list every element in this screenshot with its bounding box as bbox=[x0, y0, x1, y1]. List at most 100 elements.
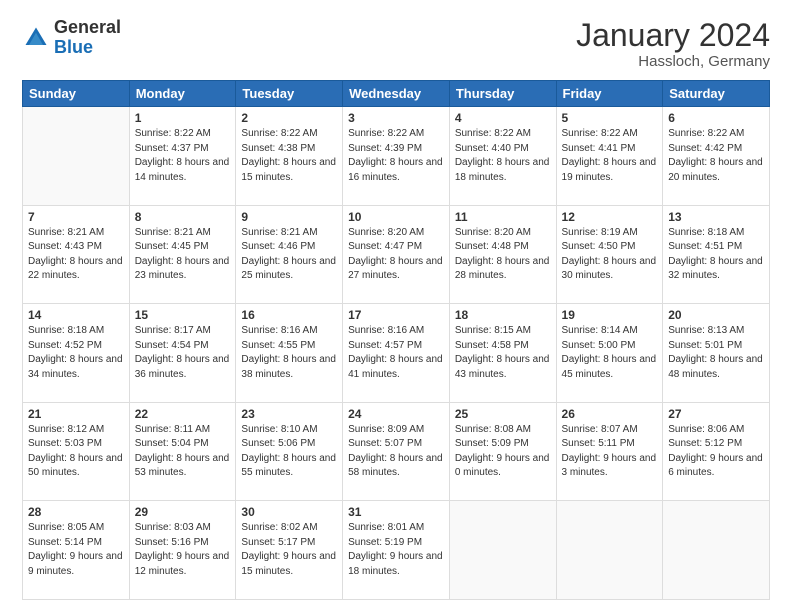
table-row: 22 Sunrise: 8:11 AM Sunset: 5:04 PM Dayli… bbox=[129, 402, 236, 501]
day-info: Sunrise: 8:12 AM Sunset: 5:03 PM Dayligh… bbox=[28, 423, 124, 481]
header: General Blue January 2024 Hassloch, Germ… bbox=[22, 18, 770, 70]
day-number: 26 bbox=[562, 407, 658, 421]
day-number: 28 bbox=[28, 505, 124, 519]
table-row: 23 Sunrise: 8:10 AM Sunset: 5:06 PM Dayli… bbox=[236, 402, 343, 501]
day-info: Sunrise: 8:10 AM Sunset: 5:06 PM Dayligh… bbox=[241, 423, 337, 481]
table-row: 31 Sunrise: 8:01 AM Sunset: 5:19 PM Dayli… bbox=[343, 501, 450, 600]
table-row: 14 Sunrise: 8:18 AM Sunset: 4:52 PM Dayli… bbox=[23, 304, 130, 403]
day-info: Sunrise: 8:07 AM Sunset: 5:11 PM Dayligh… bbox=[562, 423, 658, 481]
table-row: 20 Sunrise: 8:13 AM Sunset: 5:01 PM Dayli… bbox=[663, 304, 770, 403]
table-row: 11 Sunrise: 8:20 AM Sunset: 4:48 PM Dayli… bbox=[449, 205, 556, 304]
table-row: 12 Sunrise: 8:19 AM Sunset: 4:50 PM Dayli… bbox=[556, 205, 663, 304]
day-info: Sunrise: 8:22 AM Sunset: 4:38 PM Dayligh… bbox=[241, 127, 337, 185]
logo-blue: Blue bbox=[54, 37, 93, 57]
day-info: Sunrise: 8:11 AM Sunset: 5:04 PM Dayligh… bbox=[135, 423, 231, 481]
table-row: 24Sunrise: 8:09 AM Sunset: 5:07 PM Dayli… bbox=[343, 402, 450, 501]
table-row: 18 Sunrise: 8:15 AM Sunset: 4:58 PM Dayli… bbox=[449, 304, 556, 403]
calendar-week-row: 21 Sunrise: 8:12 AM Sunset: 5:03 PM Dayli… bbox=[23, 402, 770, 501]
day-number: 9 bbox=[241, 210, 337, 224]
col-monday: Monday bbox=[129, 81, 236, 107]
day-info: Sunrise: 8:20 AM Sunset: 4:47 PM Dayligh… bbox=[348, 226, 444, 284]
day-number: 18 bbox=[455, 308, 551, 322]
day-info: Sunrise: 8:22 AM Sunset: 4:41 PM Dayligh… bbox=[562, 127, 658, 185]
day-number: 21 bbox=[28, 407, 124, 421]
day-number: 11 bbox=[455, 210, 551, 224]
day-number: 14 bbox=[28, 308, 124, 322]
logo: General Blue bbox=[22, 18, 121, 58]
day-number: 22 bbox=[135, 407, 231, 421]
table-row: 21 Sunrise: 8:12 AM Sunset: 5:03 PM Dayli… bbox=[23, 402, 130, 501]
day-number: 16 bbox=[241, 308, 337, 322]
day-number: 15 bbox=[135, 308, 231, 322]
table-row: 2Sunrise: 8:22 AM Sunset: 4:38 PM Daylig… bbox=[236, 107, 343, 206]
col-thursday: Thursday bbox=[449, 81, 556, 107]
day-number: 17 bbox=[348, 308, 444, 322]
table-row: 29 Sunrise: 8:03 AM Sunset: 5:16 PM Dayli… bbox=[129, 501, 236, 600]
col-friday: Friday bbox=[556, 81, 663, 107]
day-number: 27 bbox=[668, 407, 764, 421]
day-info: Sunrise: 8:18 AM Sunset: 4:51 PM Dayligh… bbox=[668, 226, 764, 284]
day-info: Sunrise: 8:22 AM Sunset: 4:39 PM Dayligh… bbox=[348, 127, 444, 185]
day-info: Sunrise: 8:19 AM Sunset: 4:50 PM Dayligh… bbox=[562, 226, 658, 284]
table-row bbox=[663, 501, 770, 600]
col-wednesday: Wednesday bbox=[343, 81, 450, 107]
table-row: 6 Sunrise: 8:22 AM Sunset: 4:42 PM Daylig… bbox=[663, 107, 770, 206]
day-info: Sunrise: 8:22 AM Sunset: 4:42 PM Dayligh… bbox=[668, 127, 764, 185]
day-info: Sunrise: 8:02 AM Sunset: 5:17 PM Dayligh… bbox=[241, 521, 337, 579]
day-info: Sunrise: 8:20 AM Sunset: 4:48 PM Dayligh… bbox=[455, 226, 551, 284]
title-month: January 2024 bbox=[576, 18, 770, 53]
day-number: 31 bbox=[348, 505, 444, 519]
table-row: 27 Sunrise: 8:06 AM Sunset: 5:12 PM Dayli… bbox=[663, 402, 770, 501]
table-row: 8 Sunrise: 8:21 AM Sunset: 4:45 PM Daylig… bbox=[129, 205, 236, 304]
col-saturday: Saturday bbox=[663, 81, 770, 107]
table-row: 9Sunrise: 8:21 AM Sunset: 4:46 PM Daylig… bbox=[236, 205, 343, 304]
calendar-week-row: 28 Sunrise: 8:05 AM Sunset: 5:14 PM Dayli… bbox=[23, 501, 770, 600]
day-info: Sunrise: 8:13 AM Sunset: 5:01 PM Dayligh… bbox=[668, 324, 764, 382]
day-info: Sunrise: 8:14 AM Sunset: 5:00 PM Dayligh… bbox=[562, 324, 658, 382]
day-number: 5 bbox=[562, 111, 658, 125]
table-row: 3Sunrise: 8:22 AM Sunset: 4:39 PM Daylig… bbox=[343, 107, 450, 206]
title-block: January 2024 Hassloch, Germany bbox=[576, 18, 770, 70]
table-row: 15 Sunrise: 8:17 AM Sunset: 4:54 PM Dayli… bbox=[129, 304, 236, 403]
day-info: Sunrise: 8:22 AM Sunset: 4:40 PM Dayligh… bbox=[455, 127, 551, 185]
table-row: 1 Sunrise: 8:22 AM Sunset: 4:37 PM Daylig… bbox=[129, 107, 236, 206]
table-row: 30Sunrise: 8:02 AM Sunset: 5:17 PM Dayli… bbox=[236, 501, 343, 600]
day-number: 19 bbox=[562, 308, 658, 322]
calendar-week-row: 14 Sunrise: 8:18 AM Sunset: 4:52 PM Dayli… bbox=[23, 304, 770, 403]
day-number: 7 bbox=[28, 210, 124, 224]
day-info: Sunrise: 8:22 AM Sunset: 4:37 PM Dayligh… bbox=[135, 127, 231, 185]
day-number: 8 bbox=[135, 210, 231, 224]
title-location: Hassloch, Germany bbox=[576, 53, 770, 70]
col-sunday: Sunday bbox=[23, 81, 130, 107]
day-info: Sunrise: 8:17 AM Sunset: 4:54 PM Dayligh… bbox=[135, 324, 231, 382]
calendar-header-row: Sunday Monday Tuesday Wednesday Thursday… bbox=[23, 81, 770, 107]
day-info: Sunrise: 8:09 AM Sunset: 5:07 PM Dayligh… bbox=[348, 423, 444, 481]
table-row: 13Sunrise: 8:18 AM Sunset: 4:51 PM Dayli… bbox=[663, 205, 770, 304]
day-info: Sunrise: 8:08 AM Sunset: 5:09 PM Dayligh… bbox=[455, 423, 551, 481]
day-number: 23 bbox=[241, 407, 337, 421]
day-number: 20 bbox=[668, 308, 764, 322]
day-info: Sunrise: 8:01 AM Sunset: 5:19 PM Dayligh… bbox=[348, 521, 444, 579]
logo-text: General Blue bbox=[54, 18, 121, 58]
day-info: Sunrise: 8:03 AM Sunset: 5:16 PM Dayligh… bbox=[135, 521, 231, 579]
table-row bbox=[556, 501, 663, 600]
col-tuesday: Tuesday bbox=[236, 81, 343, 107]
day-number: 29 bbox=[135, 505, 231, 519]
day-number: 6 bbox=[668, 111, 764, 125]
table-row: 25Sunrise: 8:08 AM Sunset: 5:09 PM Dayli… bbox=[449, 402, 556, 501]
day-number: 12 bbox=[562, 210, 658, 224]
day-info: Sunrise: 8:05 AM Sunset: 5:14 PM Dayligh… bbox=[28, 521, 124, 579]
day-info: Sunrise: 8:18 AM Sunset: 4:52 PM Dayligh… bbox=[28, 324, 124, 382]
day-number: 10 bbox=[348, 210, 444, 224]
calendar-table: Sunday Monday Tuesday Wednesday Thursday… bbox=[22, 80, 770, 600]
day-number: 1 bbox=[135, 111, 231, 125]
table-row: 28 Sunrise: 8:05 AM Sunset: 5:14 PM Dayli… bbox=[23, 501, 130, 600]
day-info: Sunrise: 8:21 AM Sunset: 4:43 PM Dayligh… bbox=[28, 226, 124, 284]
day-info: Sunrise: 8:21 AM Sunset: 4:45 PM Dayligh… bbox=[135, 226, 231, 284]
calendar-week-row: 1 Sunrise: 8:22 AM Sunset: 4:37 PM Daylig… bbox=[23, 107, 770, 206]
day-number: 4 bbox=[455, 111, 551, 125]
day-info: Sunrise: 8:06 AM Sunset: 5:12 PM Dayligh… bbox=[668, 423, 764, 481]
day-info: Sunrise: 8:15 AM Sunset: 4:58 PM Dayligh… bbox=[455, 324, 551, 382]
logo-icon bbox=[22, 24, 50, 52]
page: General Blue January 2024 Hassloch, Germ… bbox=[0, 0, 792, 612]
